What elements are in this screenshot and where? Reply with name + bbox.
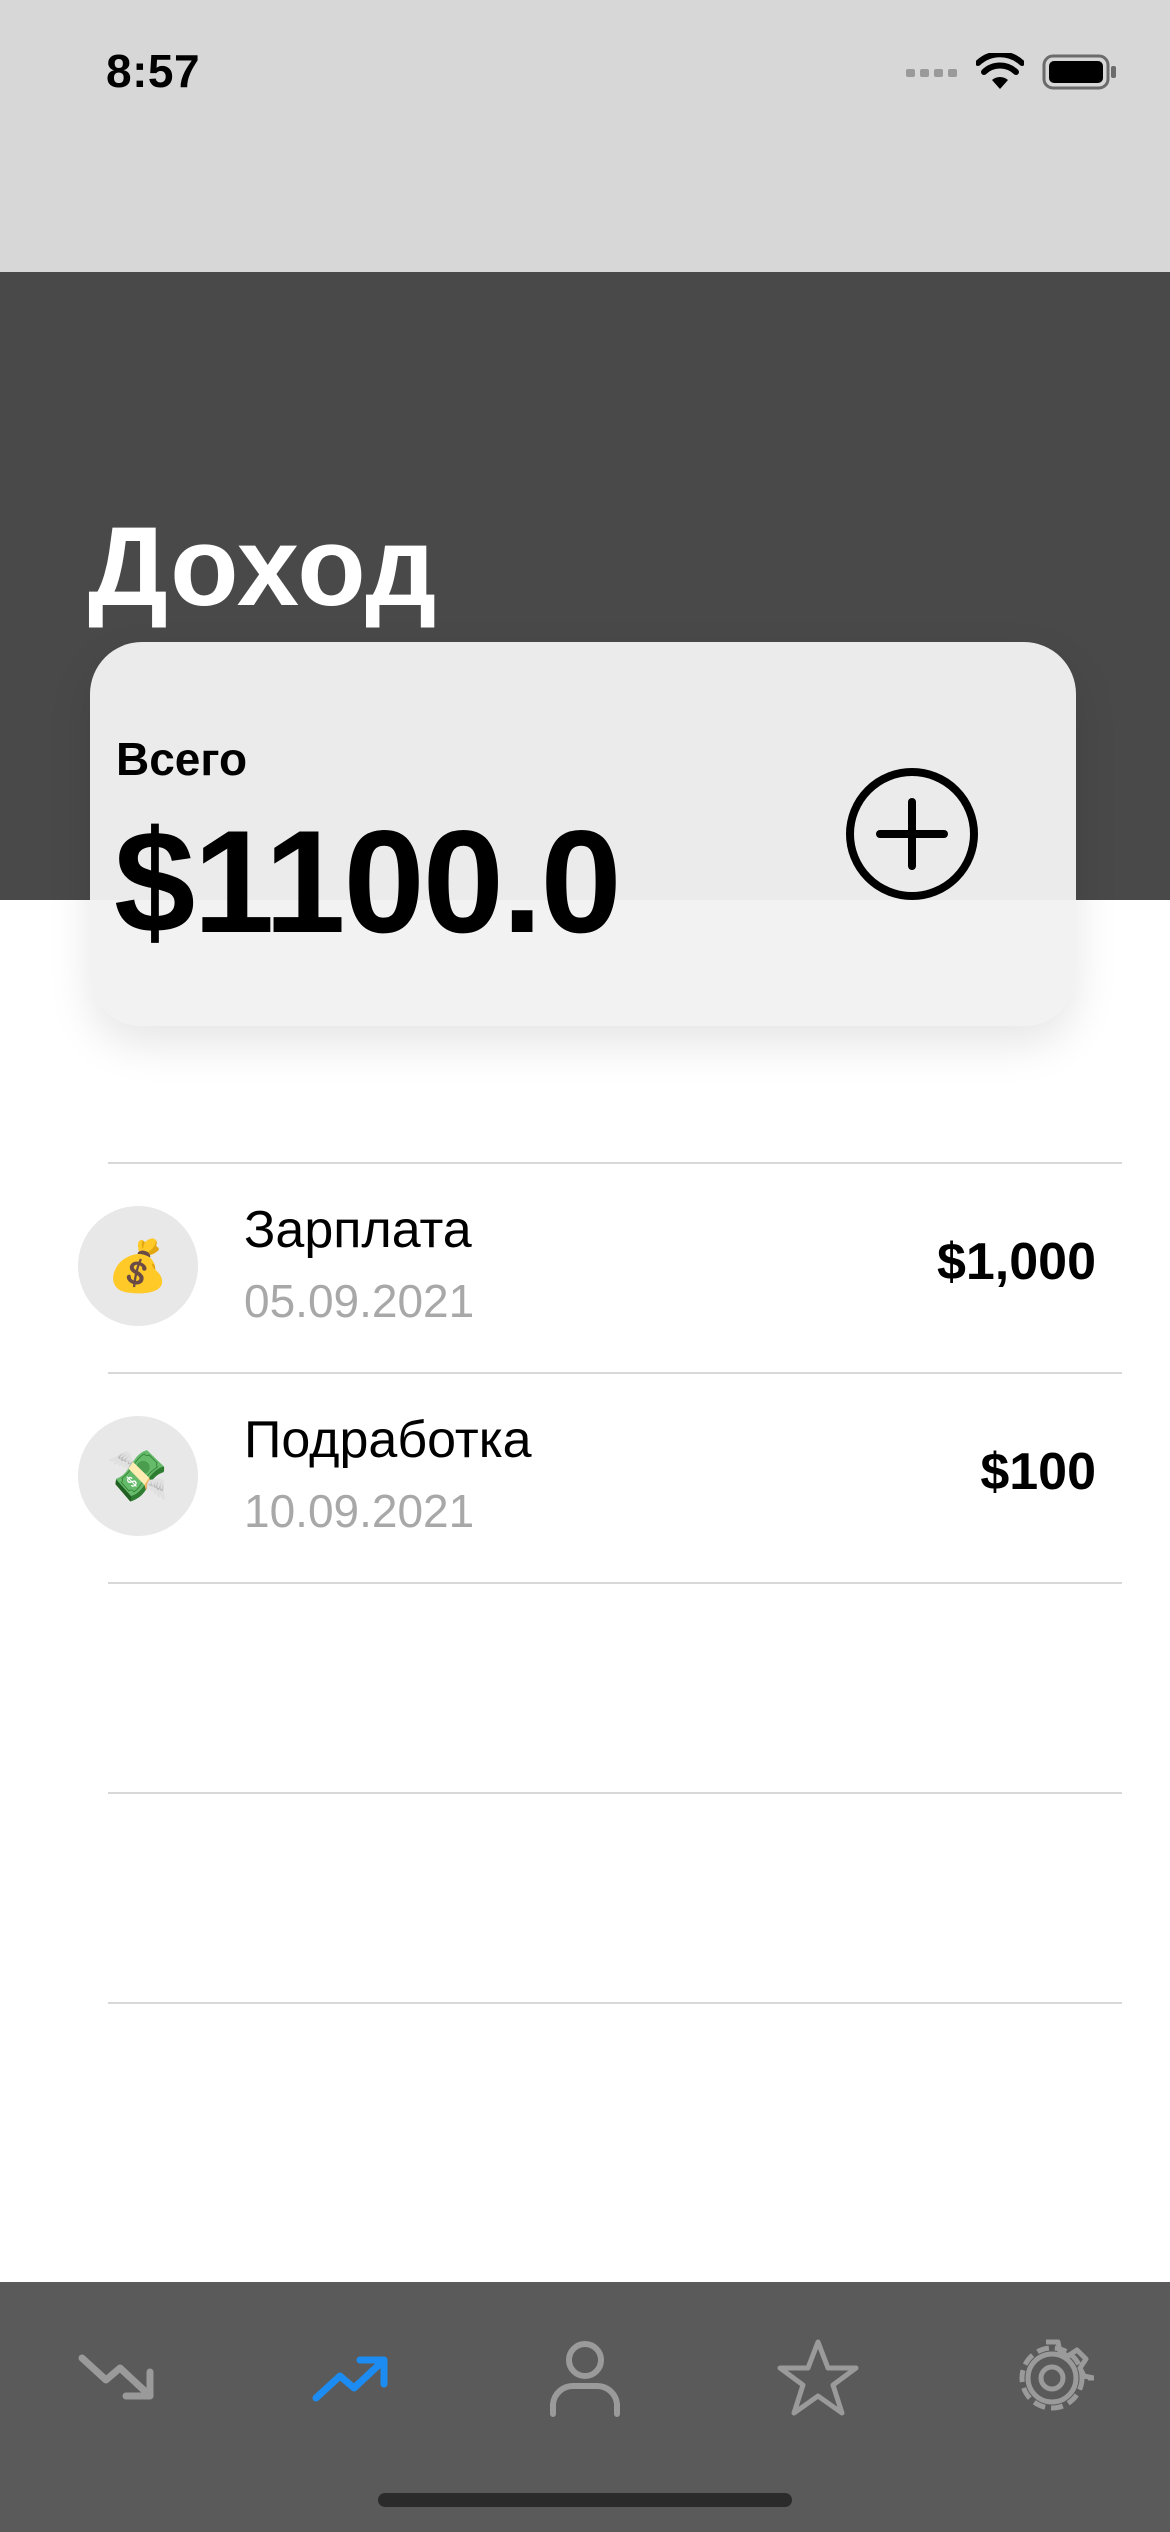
summary-card: Всего $1100.0 (90, 642, 1076, 1026)
divider (108, 2002, 1122, 2004)
tab-profile[interactable] (525, 2318, 645, 2438)
status-time: 8:57 (106, 45, 201, 97)
divider (108, 1582, 1122, 1584)
transaction-title: Зарплата (244, 1201, 472, 1259)
cellular-signal-icon (906, 65, 958, 84)
flying-money-icon: 💸 (78, 1416, 198, 1536)
status-bar: 8:57 (0, 0, 1170, 272)
gear-icon (1019, 2339, 1094, 2411)
tab-favorites[interactable] (758, 2318, 878, 2438)
add-income-button[interactable] (844, 766, 980, 902)
transaction-amount: $1,000 (936, 1233, 1096, 1291)
transaction-date: 10.09.2021 (244, 1485, 475, 1537)
plus-circle-icon (846, 768, 978, 900)
page-title: Доход (88, 504, 438, 629)
list-item[interactable]: 💸 Подработка 10.09.2021 $100 (0, 1374, 1170, 1584)
tab-income[interactable] (292, 2318, 412, 2438)
person-icon (550, 2341, 620, 2417)
transaction-date: 05.09.2021 (244, 1275, 475, 1327)
summary-label: Всего (116, 733, 248, 785)
status-icons (906, 50, 1118, 96)
list-item[interactable]: 💰 Зарплата 05.09.2021 $1,000 (0, 1164, 1170, 1374)
transaction-amount: $100 (980, 1443, 1096, 1501)
wifi-icon (975, 50, 1025, 96)
home-indicator[interactable] (378, 2493, 792, 2507)
tab-expenses[interactable] (58, 2318, 178, 2438)
divider (108, 1792, 1122, 1794)
battery-full-icon (1042, 53, 1118, 96)
transaction-title: Подработка (244, 1411, 532, 1469)
money-bag-icon: 💰 (78, 1206, 198, 1326)
tab-settings[interactable] (992, 2318, 1112, 2438)
trending-down-icon (78, 2354, 154, 2400)
star-icon (777, 2339, 859, 2416)
summary-amount: $1100.0 (114, 800, 622, 963)
trending-up-icon (312, 2356, 388, 2402)
